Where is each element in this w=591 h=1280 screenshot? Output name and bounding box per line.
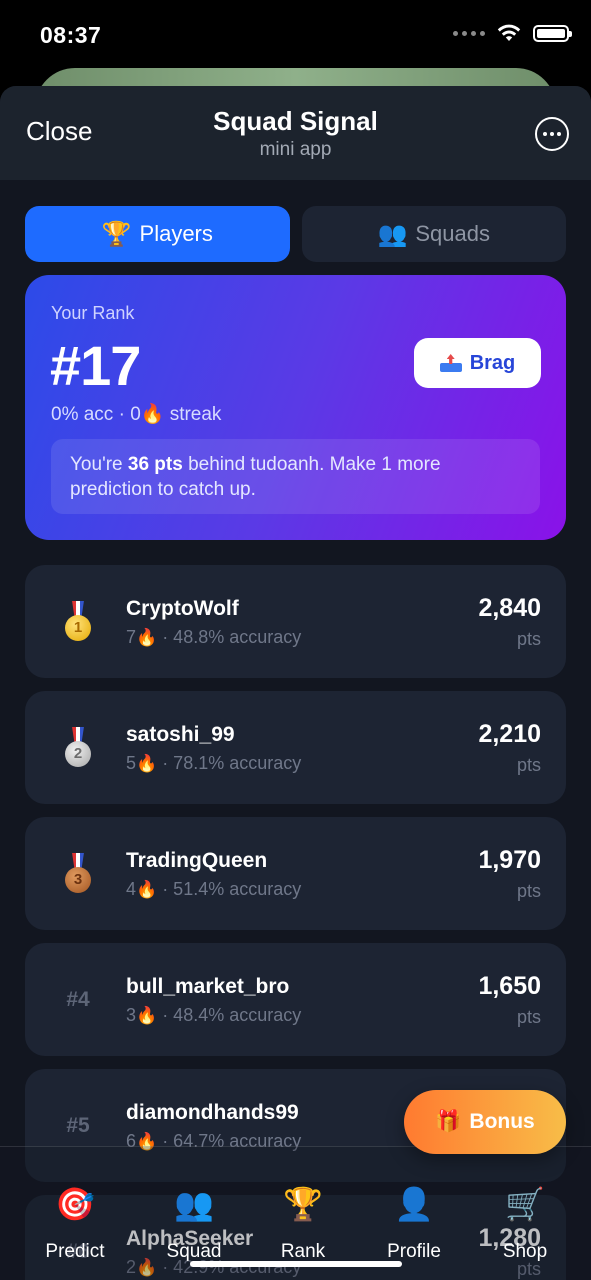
silver-medal-icon: 2 xyxy=(63,726,93,769)
player-points: 1,970 xyxy=(478,846,541,874)
catch-up-prefix: You're xyxy=(70,454,128,475)
status-time: 08:37 xyxy=(40,22,102,48)
rank-stats: 0% acc · 0🔥 streak xyxy=(51,404,222,425)
player-name: bull_market_bro xyxy=(126,975,290,998)
leaderboard-row[interactable]: 2 satoshi_99 5🔥 · 78.1% accuracy 2,210 p… xyxy=(25,691,566,804)
rank-label: Your Rank xyxy=(51,303,135,323)
cart-icon: 🛒 xyxy=(505,1186,545,1222)
player-points: 1,650 xyxy=(478,972,541,1000)
rank-value: #17 xyxy=(50,334,141,397)
bronze-medal-icon: 3 xyxy=(63,852,93,895)
signal-dots-icon xyxy=(453,30,485,36)
nav-rank[interactable]: 🏆 Rank xyxy=(248,1185,358,1263)
wifi-icon xyxy=(497,24,521,41)
bottom-nav: 🎯 Predict 👥 Squad 🏆 Rank 👤 Profile 🛒 Sho… xyxy=(0,1146,591,1280)
tab-squads[interactable]: 👥 Squads xyxy=(301,206,566,262)
status-bar: 08:37 xyxy=(0,0,591,70)
fire-icon: 🔥 xyxy=(136,880,158,899)
nav-profile[interactable]: 👤 Profile xyxy=(359,1185,469,1263)
catch-up-message: You're 36 pts behind tudoanh. Make 1 mor… xyxy=(51,439,540,514)
profile-icon: 👤 xyxy=(394,1186,434,1222)
bonus-button[interactable]: 🎁 Bonus xyxy=(404,1090,566,1154)
catch-up-points: 36 pts xyxy=(127,454,183,475)
fire-icon: 🔥 xyxy=(136,628,158,647)
tab-players-label: Players xyxy=(139,221,213,246)
people-icon: 👥 xyxy=(174,1186,214,1222)
brag-label: Brag xyxy=(469,351,516,374)
points-unit: pts xyxy=(516,1007,541,1027)
share-tray-icon xyxy=(439,354,462,372)
leaderboard-row[interactable]: 3 TradingQueen 4🔥 · 51.4% accuracy 1,970… xyxy=(25,817,566,930)
trophy-icon: 🏆 xyxy=(101,220,132,248)
nav-shop[interactable]: 🛒 Shop xyxy=(470,1185,580,1263)
app-title: Squad Signal xyxy=(213,106,378,136)
fire-icon: 🔥 xyxy=(136,1006,158,1025)
nav-profile-label: Profile xyxy=(387,1241,441,1262)
leaderboard-row[interactable]: 1 CryptoWolf 7🔥 · 48.8% accuracy 2,840 p… xyxy=(25,565,566,678)
rank-position: 1 xyxy=(53,565,103,678)
player-name: TradingQueen xyxy=(126,849,268,872)
points-unit: pts xyxy=(516,629,541,649)
streak-count: 7 xyxy=(126,627,137,647)
rank-position: #4 xyxy=(66,987,90,1011)
accuracy-text: · 78.1% accuracy xyxy=(157,753,302,773)
fire-icon: 🔥 xyxy=(136,754,158,773)
gift-icon: 🎁 xyxy=(435,1110,462,1133)
player-meta: 7🔥 · 48.8% accuracy xyxy=(126,627,301,648)
people-icon: 👥 xyxy=(377,220,408,248)
tab-players[interactable]: 🏆 Players xyxy=(25,206,290,262)
nav-rank-label: Rank xyxy=(280,1241,326,1262)
streak-count: 4 xyxy=(126,879,137,899)
home-indicator[interactable] xyxy=(190,1261,402,1267)
player-points: 2,210 xyxy=(478,720,541,748)
points-unit: pts xyxy=(516,881,541,901)
player-meta: 3🔥 · 48.4% accuracy xyxy=(126,1005,301,1026)
mini-app-sheet: Close Squad Signal mini app 🏆 Players 👥 … xyxy=(0,86,591,1280)
leaderboard-row[interactable]: #4 bull_market_bro 3🔥 · 48.4% accuracy 1… xyxy=(25,943,566,1056)
player-meta: 5🔥 · 78.1% accuracy xyxy=(126,753,301,774)
your-rank-card: Your Rank #17 0% acc · 0🔥 streak Brag Yo… xyxy=(25,275,566,540)
nav-shop-label: Shop xyxy=(502,1241,548,1262)
accuracy-text: · 51.4% accuracy xyxy=(157,879,302,899)
more-options-icon[interactable] xyxy=(535,117,569,151)
leaderboard-tabs: 🏆 Players 👥 Squads xyxy=(25,206,566,262)
bonus-label: Bonus xyxy=(469,1110,535,1133)
tab-squads-label: Squads xyxy=(415,221,490,246)
accuracy-text: · 48.4% accuracy xyxy=(157,1005,302,1025)
player-meta: 4🔥 · 51.4% accuracy xyxy=(126,879,301,900)
rank-position: 3 xyxy=(53,817,103,930)
rank-position: 2 xyxy=(53,691,103,804)
nav-squad-label: Squad xyxy=(166,1241,222,1262)
points-unit: pts xyxy=(516,755,541,775)
nav-predict[interactable]: 🎯 Predict xyxy=(20,1185,130,1263)
player-points: 2,840 xyxy=(478,594,541,622)
nav-squad[interactable]: 👥 Squad xyxy=(139,1185,249,1263)
player-name: satoshi_99 xyxy=(126,723,235,746)
streak-count: 5 xyxy=(126,753,137,773)
app-subtitle: mini app xyxy=(259,139,332,160)
accuracy-text: · 48.8% accuracy xyxy=(157,627,302,647)
player-name: CryptoWolf xyxy=(126,597,239,620)
battery-icon xyxy=(533,24,572,42)
nav-predict-label: Predict xyxy=(45,1241,105,1262)
trophy-icon: 🏆 xyxy=(283,1186,323,1222)
status-icons xyxy=(453,24,572,42)
gold-medal-icon: 1 xyxy=(63,600,93,643)
target-icon: 🎯 xyxy=(55,1186,95,1222)
streak-count: 3 xyxy=(126,1005,137,1025)
player-name: diamondhands99 xyxy=(126,1101,299,1124)
brag-button[interactable]: Brag xyxy=(414,338,541,388)
app-header: Close Squad Signal mini app xyxy=(0,86,591,180)
